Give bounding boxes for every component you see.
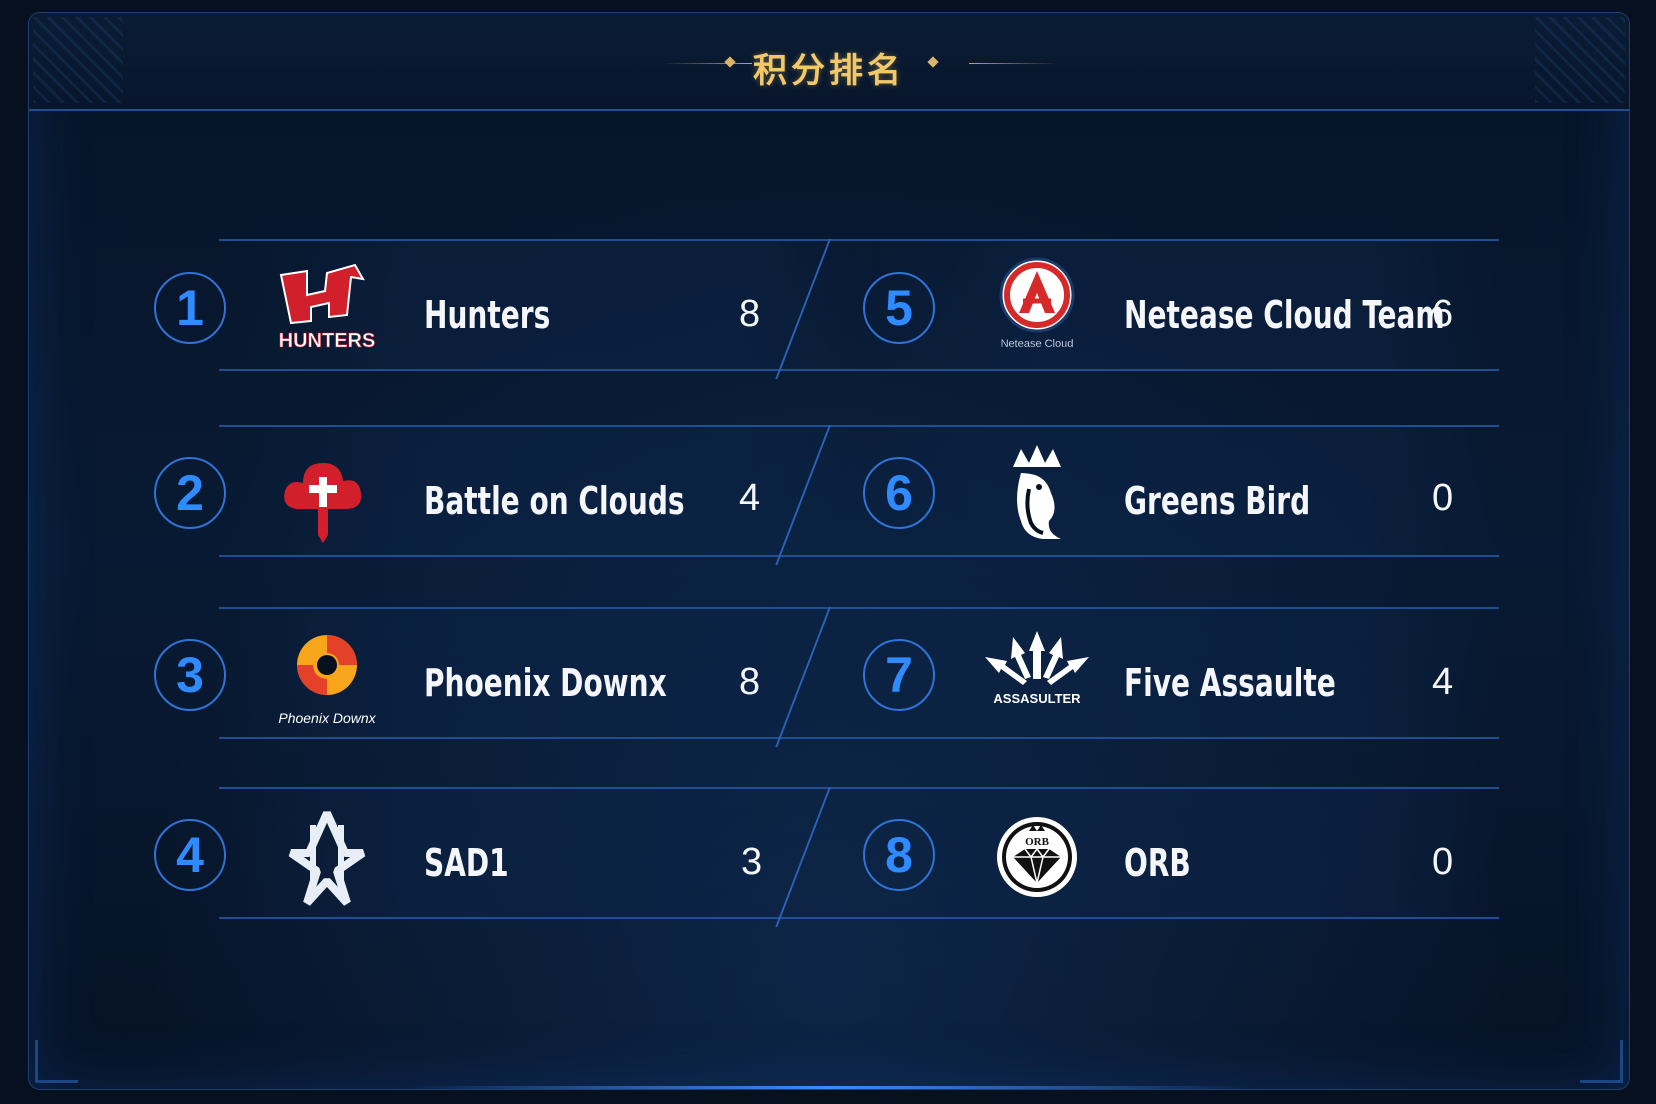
corner-decoration-left (35, 1040, 78, 1083)
panel-header: 积分排名 (29, 13, 1629, 111)
title-line-right (969, 63, 1059, 64)
phoenix-logo-text: Phoenix Downx (278, 710, 376, 726)
rank-badge-2: 2 (154, 457, 226, 529)
rank-badge-5: 5 (863, 272, 935, 344)
team-score: 3 (741, 841, 763, 883)
team-name: Greens Bird (1124, 479, 1311, 523)
rank-badge-6: 6 (863, 457, 935, 529)
team-name: Battle on Clouds (424, 479, 685, 523)
team-name: Netease Cloud Team (1124, 293, 1445, 337)
team-score: 4 (1432, 661, 1454, 703)
page-title: 积分排名 (753, 52, 905, 90)
team-name: SAD1 (424, 841, 509, 885)
bottom-glow (409, 1086, 1249, 1089)
hunters-logo-icon: HUNTERS (278, 263, 376, 352)
team-name: Hunters (424, 293, 551, 337)
team-score: 0 (1432, 841, 1454, 883)
rank-badge-4: 4 (154, 819, 226, 891)
rank-badge-1: 1 (154, 272, 226, 344)
ranking-panel: 积分排名 1 HUNTERS Hunters 8 2 Battle on Clo… (28, 12, 1630, 1090)
team-score: 0 (1432, 477, 1454, 519)
orb-logo-icon: ORB (997, 817, 1077, 897)
team-name: Five Assaulte (1124, 661, 1336, 705)
corner-decoration-right (1580, 1040, 1623, 1083)
hunters-logo-text: HUNTERS (279, 330, 376, 352)
netease-cloud-logo-icon: Netease Cloud (999, 257, 1075, 350)
rank-badge-3: 3 (154, 639, 226, 711)
team-score: 8 (739, 661, 761, 703)
team-score: 8 (739, 293, 761, 335)
team-name: Phoenix Downx (424, 661, 667, 705)
rank-badge-7: 7 (863, 639, 935, 711)
phoenix-downx-logo-icon: Phoenix Downx (278, 635, 377, 726)
rank-badge-8: 8 (863, 819, 935, 891)
five-assaulte-logo-text: ASSASULTER (993, 691, 1081, 706)
team-score: 4 (739, 477, 761, 519)
orb-logo-text: ORB (1025, 836, 1050, 848)
sad1-logo-icon (288, 811, 366, 906)
netease-logo-text: Netease Cloud (1001, 338, 1074, 350)
team-score: 6 (1432, 293, 1454, 335)
team-name: ORB (1124, 841, 1191, 885)
five-assaulte-logo-icon: ASSASULTER (985, 631, 1089, 706)
battle-on-clouds-logo-icon (284, 463, 362, 543)
greens-bird-logo-icon (1013, 445, 1061, 539)
